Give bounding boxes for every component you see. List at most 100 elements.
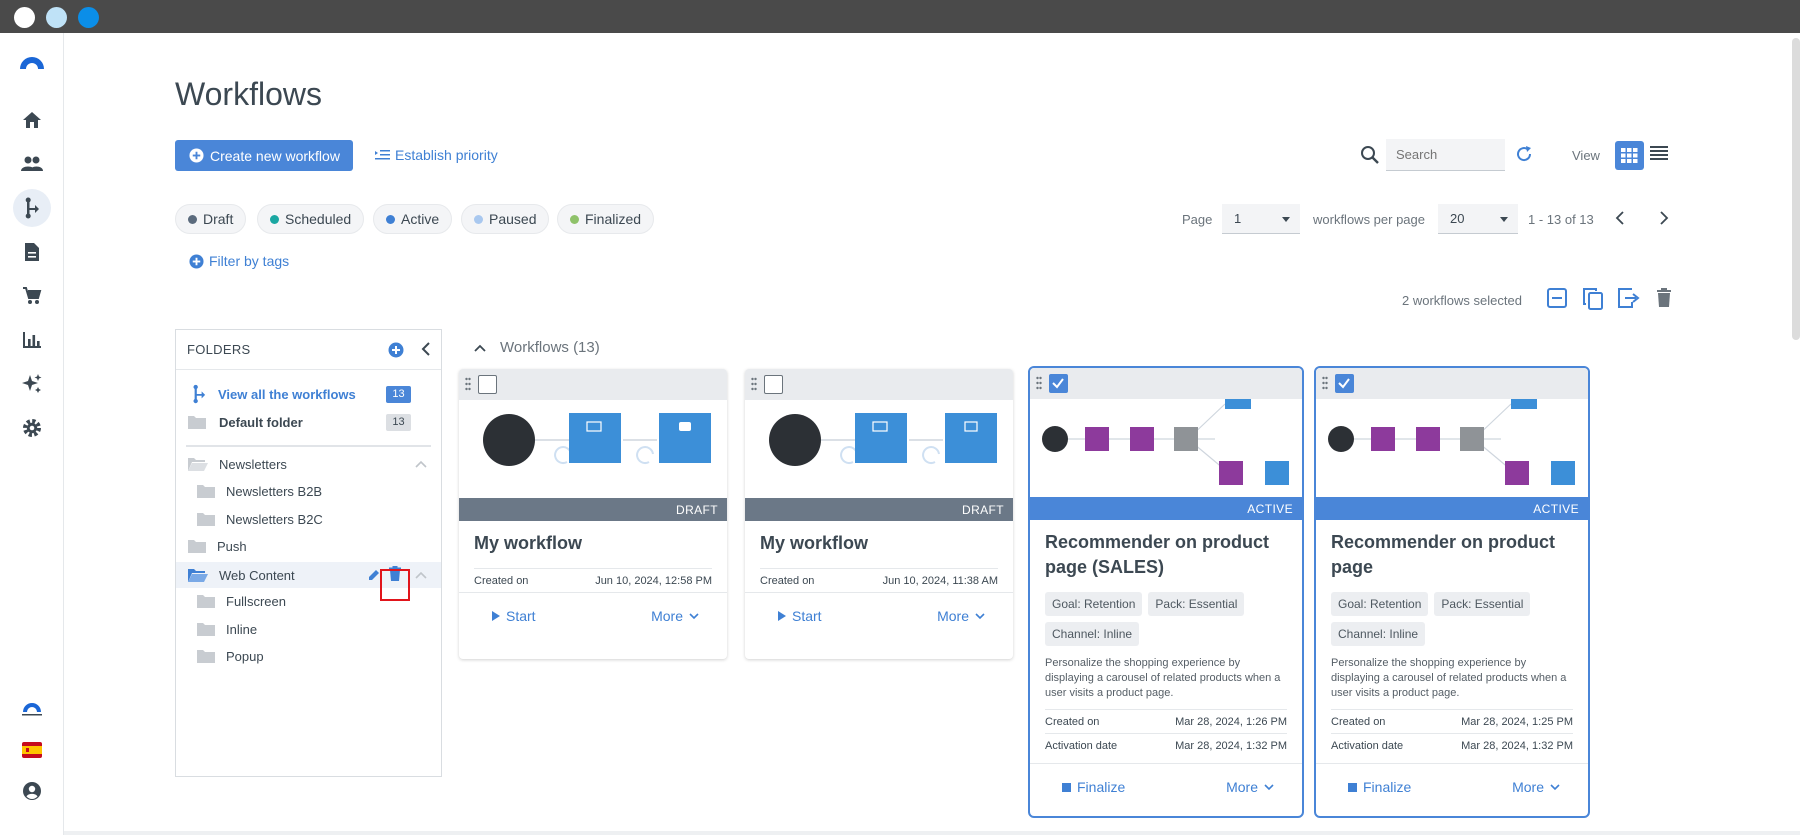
status-badge: ACTIVE xyxy=(1030,497,1302,520)
filter-chip-scheduled[interactable]: Scheduled xyxy=(257,204,365,234)
templates-icon[interactable] xyxy=(13,233,51,271)
spain-flag-icon[interactable] xyxy=(13,731,51,769)
workflow-preview xyxy=(745,400,1013,498)
next-page-icon[interactable] xyxy=(1659,211,1669,225)
more-button[interactable]: More xyxy=(1226,779,1274,795)
filter-chip-label: Finalized xyxy=(585,211,642,227)
per-page-select[interactable]: 20 xyxy=(1438,204,1518,234)
plus-circle-icon xyxy=(189,253,204,269)
refresh-icon[interactable] xyxy=(1515,145,1533,163)
card-checkbox[interactable] xyxy=(1049,374,1068,393)
folder-label: Web Content xyxy=(219,567,295,583)
edit-folder-icon[interactable] xyxy=(367,568,381,582)
folder-push[interactable]: Push xyxy=(176,533,441,559)
ai-sparkle-icon[interactable] xyxy=(13,365,51,403)
window-maximize-dot[interactable] xyxy=(78,7,99,28)
filter-chip-draft[interactable]: Draft xyxy=(175,204,247,234)
folder-label: View all the workflows xyxy=(218,386,356,402)
card-checkbox[interactable] xyxy=(1335,374,1354,393)
search-field[interactable] xyxy=(1386,139,1505,171)
create-workflow-button[interactable]: Create new workflow xyxy=(175,140,353,171)
contacts-icon[interactable] xyxy=(13,145,51,183)
start-button[interactable]: Start xyxy=(777,608,822,624)
deselect-icon[interactable] xyxy=(1547,288,1567,308)
grid-view-button[interactable] xyxy=(1615,141,1644,170)
window-close-dot[interactable] xyxy=(14,7,35,28)
created-row: Created on Jun 10, 2024, 11:38 AM xyxy=(760,568,998,592)
folder-label: Inline xyxy=(226,621,258,637)
window-minimize-dot[interactable] xyxy=(46,7,67,28)
delete-selected-icon[interactable] xyxy=(1656,288,1672,308)
folder-inline[interactable]: Inline xyxy=(176,616,441,642)
filter-by-tags-label: Filter by tags xyxy=(209,253,290,269)
user-account-icon[interactable] xyxy=(13,772,51,810)
workflow-card[interactable]: ACTIVE Recommender on product page Goal:… xyxy=(1314,366,1590,818)
filter-chip-active[interactable]: Active xyxy=(373,204,453,234)
filter-chip-paused[interactable]: Paused xyxy=(461,204,550,234)
create-workflow-label: Create new workflow xyxy=(210,147,340,164)
home-icon[interactable] xyxy=(13,101,51,139)
folder-newsletters-b2c[interactable]: Newsletters B2C xyxy=(176,506,441,532)
workflow-card[interactable]: DRAFT My workflow Created on Jun 10, 202… xyxy=(745,369,1013,659)
workflow-card[interactable]: ACTIVE Recommender on product page (SALE… xyxy=(1028,366,1304,818)
chevron-up-icon[interactable] xyxy=(415,460,427,468)
stop-icon xyxy=(1348,782,1357,792)
folder-newsletters-b2b[interactable]: Newsletters B2B xyxy=(176,478,441,504)
folder-newsletters[interactable]: Newsletters xyxy=(176,451,441,477)
more-button[interactable]: More xyxy=(1512,779,1560,795)
drag-handle-icon[interactable] xyxy=(1322,376,1328,390)
per-page-select-value: 20 xyxy=(1450,211,1465,226)
folder-view-all[interactable]: View all the workflows 13 xyxy=(176,381,441,407)
add-folder-icon[interactable] xyxy=(388,342,404,358)
card-checkbox[interactable] xyxy=(764,375,783,394)
workflows-icon[interactable] xyxy=(13,189,51,227)
filter-chip-finalized[interactable]: Finalized xyxy=(557,204,655,234)
chevron-down-icon xyxy=(975,612,985,619)
establish-priority-button[interactable]: Establish priority xyxy=(374,147,498,163)
cart-icon[interactable] xyxy=(13,277,51,315)
folder-label: Popup xyxy=(226,648,264,664)
card-header xyxy=(745,369,1013,400)
move-to-folder-icon[interactable] xyxy=(1618,288,1640,308)
prev-page-icon[interactable] xyxy=(1615,211,1625,225)
folder-default[interactable]: Default folder 13 xyxy=(176,409,441,435)
folder-icon xyxy=(188,540,206,553)
page-select[interactable]: 1 xyxy=(1222,204,1300,234)
page-scrollbar[interactable] xyxy=(1792,38,1800,340)
duplicate-icon[interactable] xyxy=(1583,288,1603,310)
workflow-card[interactable]: DRAFT My workflow Created on Jun 10, 202… xyxy=(459,369,727,659)
finalize-button[interactable]: Finalize xyxy=(1348,779,1411,795)
drag-handle-icon[interactable] xyxy=(751,377,757,391)
start-button[interactable]: Start xyxy=(491,608,536,624)
list-view-button[interactable] xyxy=(1650,145,1668,161)
start-label: Start xyxy=(792,608,822,624)
more-button[interactable]: More xyxy=(937,608,985,624)
chevron-up-icon[interactable] xyxy=(415,571,427,579)
settings-icon[interactable] xyxy=(13,409,51,447)
reports-icon[interactable] xyxy=(13,321,51,359)
establish-priority-label: Establish priority xyxy=(395,147,498,163)
folder-icon xyxy=(197,623,215,636)
drag-handle-icon[interactable] xyxy=(465,377,471,391)
folder-icon xyxy=(197,485,215,498)
filter-by-tags-button[interactable]: Filter by tags xyxy=(189,253,289,269)
tag-goal: Goal: Retention xyxy=(1331,592,1429,616)
collapse-panel-icon[interactable] xyxy=(421,342,431,356)
workflows-section-header[interactable]: Workflows (13) xyxy=(474,339,600,356)
drag-handle-icon[interactable] xyxy=(1036,376,1042,390)
card-checkbox[interactable] xyxy=(478,375,497,394)
start-label: Start xyxy=(506,608,536,624)
more-label: More xyxy=(651,608,683,624)
card-footer: Start More xyxy=(745,592,1013,639)
search-input[interactable] xyxy=(1396,147,1496,162)
logo-icon[interactable] xyxy=(13,42,51,80)
check-icon xyxy=(1052,378,1064,389)
created-date: Jun 10, 2024, 12:58 PM xyxy=(595,574,712,587)
more-button[interactable]: More xyxy=(651,608,699,624)
folder-popup[interactable]: Popup xyxy=(176,643,441,669)
folder-icon xyxy=(197,513,215,526)
folder-icon xyxy=(197,650,215,663)
brand-logo-small-icon[interactable] xyxy=(13,690,51,728)
finalize-button[interactable]: Finalize xyxy=(1062,779,1125,795)
created-date: Jun 10, 2024, 11:38 AM xyxy=(882,574,998,587)
